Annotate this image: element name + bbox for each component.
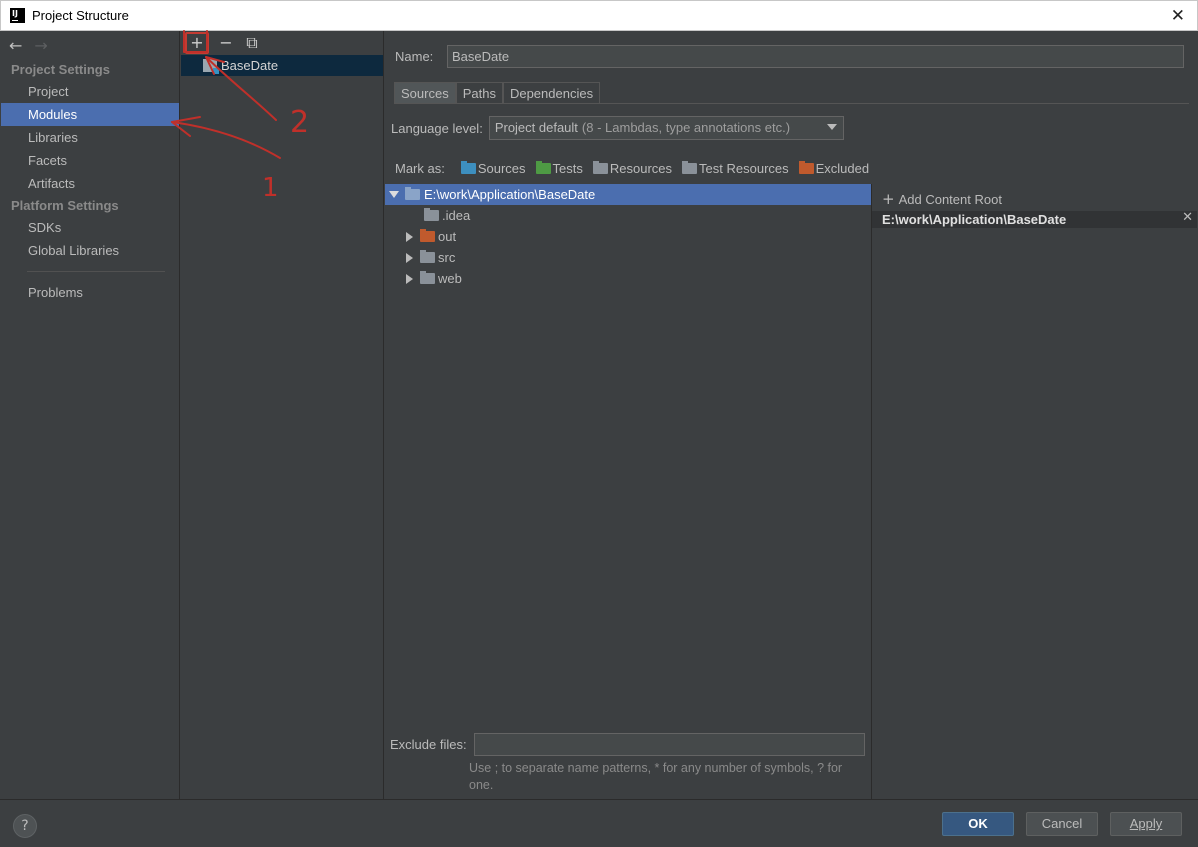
sidebar-item-sdks[interactable]: SDKs	[1, 216, 179, 239]
language-level-detail: (8 - Lambdas, type annotations etc.)	[581, 120, 791, 135]
expand-right-icon[interactable]	[406, 231, 413, 242]
language-level-dropdown[interactable]: Project default (8 - Lambdas, type annot…	[488, 116, 844, 140]
mark-test-resources-label: Test Resources	[699, 161, 789, 176]
name-label: Name:	[395, 49, 434, 64]
dialog-footer: ? OK Cancel Apply	[0, 799, 1198, 847]
mark-tests-label: Tests	[552, 161, 583, 176]
content-root-tree: E:\work\Application\BaseDate .idea out s…	[385, 184, 871, 724]
sidebar-item-project[interactable]: Project	[1, 80, 179, 103]
mark-excluded-button[interactable]: Excluded	[798, 161, 870, 176]
sidebar-item-artifacts[interactable]: Artifacts	[1, 172, 179, 195]
mark-tests-button[interactable]: Tests	[535, 161, 583, 176]
exclude-files-label: Exclude files:	[390, 737, 467, 752]
mark-sources-button[interactable]: Sources	[460, 161, 526, 176]
mark-test-resources-button[interactable]: Test Resources	[682, 161, 789, 176]
help-icon[interactable]: ?	[13, 814, 37, 838]
sources-folder-icon	[460, 161, 476, 174]
sidebar-item-facets[interactable]: Facets	[1, 149, 179, 172]
language-level-label: Language level:	[391, 120, 483, 136]
name-row: Name:	[395, 45, 1184, 68]
tab-sources[interactable]: Sources	[394, 82, 456, 104]
resources-folder-icon	[592, 161, 608, 174]
mark-resources-label: Resources	[609, 161, 673, 176]
mark-as-row: Mark as: Sources Tests Resources Test Re…	[395, 161, 879, 176]
remove-module-icon[interactable]: −	[217, 34, 235, 52]
module-name-field[interactable]	[447, 45, 1184, 68]
tree-item-label: src	[438, 250, 456, 265]
sidebar-divider	[27, 271, 165, 272]
excluded-folder-icon	[420, 229, 435, 242]
cancel-button[interactable]: Cancel	[1026, 812, 1098, 836]
module-name: BaseDate	[221, 58, 279, 73]
project-settings-heading: Project Settings	[11, 62, 110, 77]
folder-icon	[420, 271, 435, 284]
forward-arrow-icon[interactable]: →	[34, 36, 47, 55]
tree-item-label: out	[438, 229, 457, 244]
back-arrow-icon[interactable]: ←	[9, 36, 22, 55]
mark-resources-button[interactable]: Resources	[592, 161, 673, 176]
add-content-root-label: Add Content Root	[898, 191, 1002, 207]
sidebar-item-modules[interactable]: Modules	[1, 103, 179, 126]
mark-excluded-label: Excluded	[815, 161, 870, 176]
sidebar-item-global-libraries[interactable]: Global Libraries	[1, 239, 179, 262]
tree-root-path: E:\work\Application\BaseDate	[424, 187, 596, 202]
sidebar-item-problems[interactable]: Problems	[1, 281, 179, 304]
tab-dependencies[interactable]: Dependencies	[502, 82, 601, 104]
window-title: Project Structure	[32, 8, 129, 23]
expand-down-icon[interactable]	[389, 191, 399, 198]
mark-sources-label: Sources	[477, 161, 526, 176]
apply-button[interactable]: Apply	[1110, 812, 1182, 836]
folder-icon	[424, 208, 439, 221]
sidebar-item-libraries[interactable]: Libraries	[1, 126, 179, 149]
tree-row-web[interactable]: web	[385, 268, 871, 289]
tree-row-src[interactable]: src	[385, 247, 871, 268]
platform-settings-heading: Platform Settings	[11, 198, 119, 213]
tree-item-label: web	[438, 271, 462, 286]
module-list-item[interactable]: BaseDate	[181, 55, 383, 76]
close-icon[interactable]: ✕	[1171, 6, 1185, 26]
ok-button[interactable]: OK	[942, 812, 1014, 836]
add-content-root-button[interactable]: + Add Content Root	[872, 187, 1197, 211]
content-root-path: E:\work\Application\BaseDate	[882, 212, 1067, 227]
plus-icon: +	[882, 190, 895, 208]
tree-row-idea[interactable]: .idea	[385, 205, 871, 226]
folder-icon	[405, 187, 420, 200]
exclude-hint: Use ; to separate name patterns, * for a…	[469, 761, 843, 792]
intellij-app-icon	[10, 8, 25, 23]
exclude-files-row: Exclude files:	[390, 733, 865, 756]
tests-folder-icon	[535, 161, 551, 174]
expand-right-icon[interactable]	[406, 273, 413, 284]
mark-as-label: Mark as:	[395, 161, 445, 176]
tree-root-row[interactable]: E:\work\Application\BaseDate	[385, 184, 871, 205]
tabs-divider	[394, 103, 1189, 104]
tab-paths[interactable]: Paths	[455, 82, 503, 104]
expand-right-icon[interactable]	[406, 252, 413, 263]
copy-module-icon[interactable]: ⧉	[243, 34, 261, 52]
module-toolbar: + − ⧉	[181, 31, 383, 55]
language-level-value: Project default	[494, 120, 578, 135]
title-bar: Project Structure ✕	[0, 0, 1198, 31]
module-tabs: Sources Paths Dependencies	[394, 82, 601, 104]
excluded-folder-icon	[798, 161, 814, 174]
nav-arrows: ← →	[1, 31, 179, 59]
add-module-icon[interactable]: +	[185, 32, 209, 54]
chevron-down-icon	[826, 124, 837, 130]
tree-row-out[interactable]: out	[385, 226, 871, 247]
content-root-entry[interactable]: E:\work\Application\BaseDate ✕	[872, 210, 1197, 228]
folder-icon	[420, 250, 435, 263]
module-icon	[203, 59, 219, 74]
language-level-row: Language level: Project default (8 - Lam…	[391, 116, 844, 140]
module-settings-panel: Name: Sources Paths Dependencies Languag…	[385, 31, 1197, 799]
content-roots-panel: + Add Content Root E:\work\Application\B…	[871, 184, 1197, 799]
exclude-files-field[interactable]	[473, 733, 865, 756]
remove-root-icon[interactable]: ✕	[1182, 210, 1193, 225]
module-list-panel: + − ⧉ BaseDate	[181, 31, 384, 799]
tree-item-label: .idea	[442, 208, 471, 223]
test-resources-folder-icon	[682, 161, 698, 174]
settings-sidebar: ← → Project Settings Project Modules Lib…	[1, 31, 180, 799]
